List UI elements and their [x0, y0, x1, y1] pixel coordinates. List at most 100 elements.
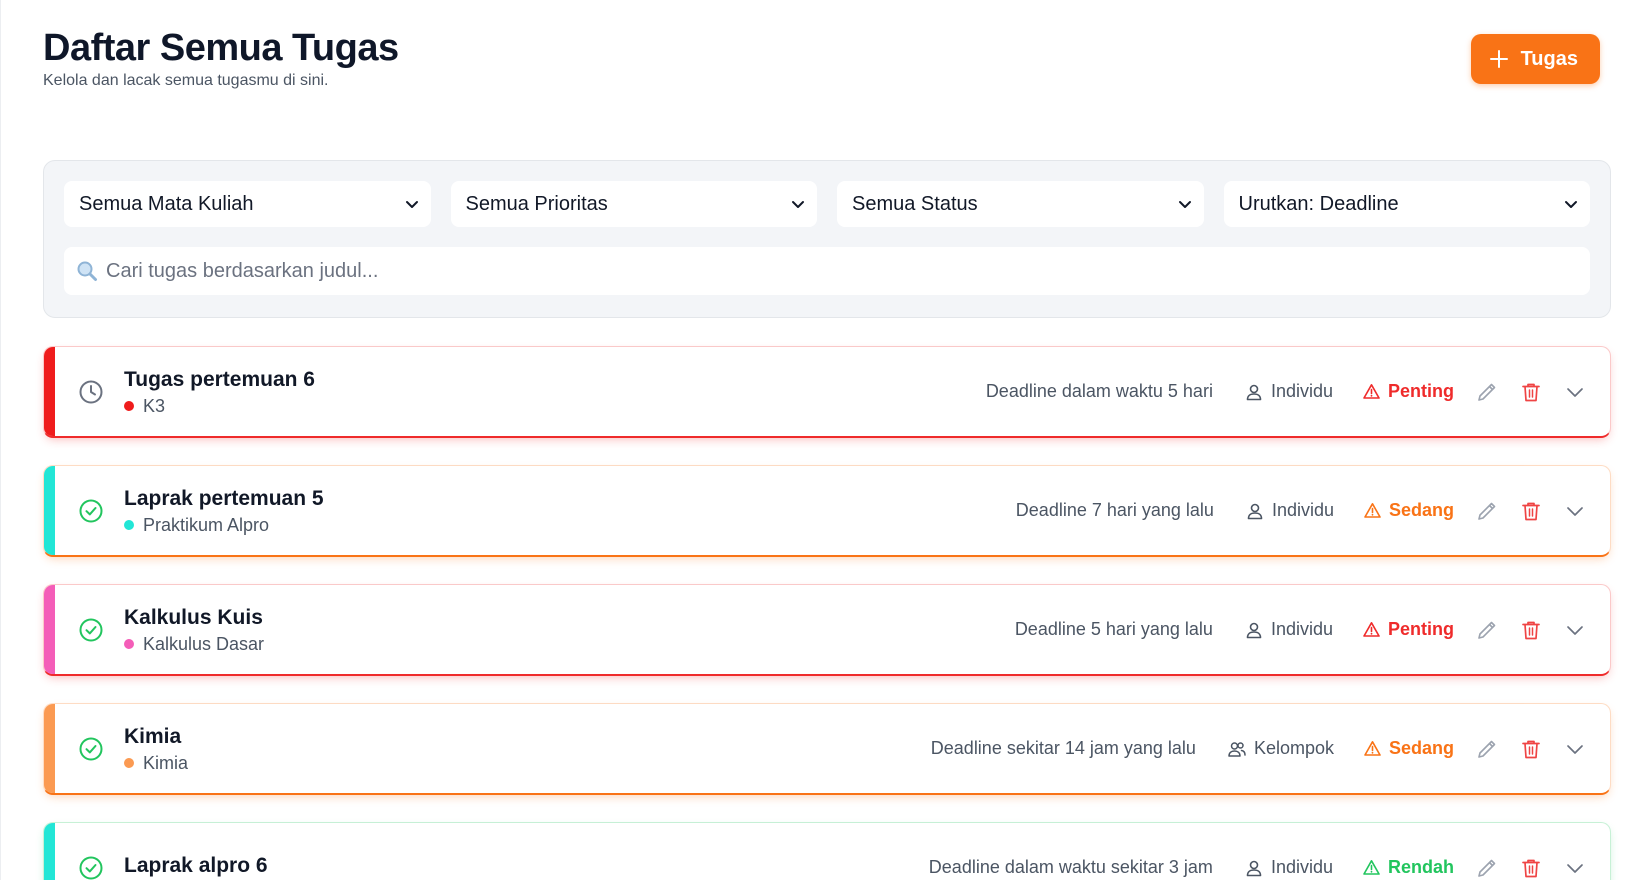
course-name: Kimia [143, 752, 189, 773]
task-list: Tugas pertemuan 6 K3 Deadline dalam waktu … [43, 346, 1611, 880]
task-info: Kalkulus Kuis Kalkulus Dasar [124, 605, 264, 655]
task-course: Praktikum Alpro [124, 515, 324, 536]
check-circle-icon[interactable] [78, 736, 104, 762]
task-card[interactable]: Laprak alpro 6 Deadline dalam waktu sekit… [43, 822, 1611, 880]
priority-badge: Sedang [1364, 500, 1454, 521]
task-actions [1476, 857, 1586, 879]
chevron-down-icon[interactable] [1564, 500, 1586, 522]
trash-icon[interactable] [1520, 857, 1542, 879]
pencil-icon[interactable] [1476, 857, 1498, 879]
task-actions [1476, 500, 1586, 522]
check-circle-icon[interactable] [78, 617, 104, 643]
filter-row: Semua Mata Kuliah Semua Prioritas Semua … [64, 181, 1590, 227]
task-meta: Deadline dalam waktu sekitar 3 jam Indivi… [929, 857, 1610, 879]
task-info: Tugas pertemuan 6 K3 [124, 367, 315, 417]
task-course: Kimia [124, 753, 188, 774]
plus-icon [1489, 50, 1508, 68]
task-deadline: Deadline 5 hari yang lalu [1014, 619, 1213, 639]
task-type-label: Kelompok [1253, 738, 1334, 758]
search-icon [77, 261, 97, 281]
task-card[interactable]: Kimia Kimia Deadline sekitar 14 jam yang l… [43, 703, 1611, 795]
task-card[interactable]: Laprak pertemuan 5 Praktikum Alpro Deadlin… [43, 465, 1611, 557]
priority-badge: Sedang [1364, 738, 1454, 759]
status-filter-select[interactable]: Semua Status [837, 181, 1204, 227]
chevron-down-icon[interactable] [1564, 381, 1586, 403]
course-dot [124, 639, 134, 649]
trash-icon[interactable] [1520, 619, 1542, 641]
chevron-down-icon[interactable] [1564, 738, 1586, 760]
task-deadline: Deadline dalam waktu sekitar 3 jam [928, 857, 1213, 877]
priority-label: Penting [1388, 381, 1454, 401]
chevron-down-icon[interactable] [1564, 857, 1586, 879]
warning-icon [1364, 503, 1381, 518]
course-name: Kalkulus Dasar [143, 633, 265, 654]
pencil-icon[interactable] [1476, 500, 1498, 522]
task-deadline: Deadline sekitar 14 jam yang lalu [930, 738, 1196, 758]
add-task-button[interactable]: Tugas [1470, 34, 1600, 84]
task-meta: Deadline 5 hari yang lalu Individu Penting [1015, 619, 1610, 641]
task-type: Kelompok [1228, 738, 1334, 759]
chevron-down-icon[interactable] [1564, 619, 1586, 641]
users-icon [1228, 741, 1246, 757]
task-meta: Deadline sekitar 14 jam yang lalu Kelompo… [931, 738, 1610, 760]
course-color-stripe [44, 823, 55, 880]
task-title: Tugas pertemuan 6 [124, 367, 315, 391]
task-card[interactable]: Kalkulus Kuis Kalkulus Dasar Deadline 5 ha… [43, 584, 1611, 676]
trash-icon[interactable] [1520, 381, 1542, 403]
priority-filter-select[interactable]: Semua Prioritas [450, 181, 817, 227]
task-meta: Deadline dalam waktu 5 hari Individu Penti… [986, 381, 1610, 403]
course-dot [124, 401, 134, 411]
task-actions [1476, 619, 1586, 641]
pencil-icon[interactable] [1476, 619, 1498, 641]
warning-icon [1364, 741, 1381, 756]
sort-value: Urutkan: Deadline [1238, 192, 1399, 215]
check-circle-icon[interactable] [78, 498, 104, 524]
chevron-down-icon [1565, 201, 1577, 208]
task-info: Laprak pertemuan 5 Praktikum Alpro [124, 486, 324, 536]
priority-badge: Penting [1363, 619, 1454, 640]
warning-icon [1363, 622, 1380, 637]
task-type-label: Individu [1270, 619, 1333, 639]
priority-filter-value: Semua Prioritas [465, 192, 608, 215]
task-type: Individu [1245, 857, 1333, 878]
filter-panel: Semua Mata Kuliah Semua Prioritas Semua … [43, 160, 1611, 318]
task-type: Individu [1245, 619, 1333, 640]
chevron-down-icon [792, 201, 804, 208]
user-icon [1246, 384, 1262, 400]
task-deadline: Deadline dalam waktu 5 hari [985, 381, 1213, 401]
task-course: K3 [124, 396, 315, 417]
task-type-label: Individu [1271, 500, 1334, 520]
priority-label: Rendah [1387, 857, 1454, 877]
priority-badge: Rendah [1363, 857, 1454, 878]
pencil-icon[interactable] [1476, 381, 1498, 403]
course-filter-select[interactable]: Semua Mata Kuliah [64, 181, 431, 227]
task-card[interactable]: Tugas pertemuan 6 K3 Deadline dalam waktu … [43, 346, 1611, 438]
course-color-stripe [44, 704, 55, 793]
task-meta: Deadline 7 hari yang lalu Individu Sedang [1016, 500, 1610, 522]
course-dot [124, 520, 134, 530]
page-title: Daftar Semua Tugas [43, 27, 399, 69]
course-name: K3 [143, 395, 166, 416]
search-box [64, 247, 1590, 295]
user-icon [1246, 622, 1262, 638]
user-icon [1247, 503, 1263, 519]
task-type: Individu [1246, 500, 1334, 521]
course-filter-value: Semua Mata Kuliah [79, 192, 254, 215]
user-icon [1246, 860, 1262, 876]
priority-label: Sedang [1388, 738, 1454, 758]
pencil-icon[interactable] [1476, 738, 1498, 760]
search-input[interactable] [106, 259, 1506, 283]
status-filter-value: Semua Status [852, 192, 978, 215]
trash-icon[interactable] [1520, 738, 1542, 760]
task-title: Laprak pertemuan 5 [124, 486, 324, 510]
sort-select[interactable]: Urutkan: Deadline [1223, 181, 1590, 227]
page: Daftar Semua Tugas Kelola dan lacak semu… [0, 0, 1642, 880]
chevron-down-icon [405, 201, 418, 208]
page-subtitle: Kelola dan lacak semua tugasmu di sini. [43, 72, 329, 89]
task-info: Laprak alpro 6 [124, 853, 268, 880]
task-info: Kimia Kimia [124, 724, 188, 774]
priority-label: Sedang [1388, 500, 1454, 520]
check-circle-icon[interactable] [78, 855, 104, 880]
trash-icon[interactable] [1520, 500, 1542, 522]
clock-icon[interactable] [78, 379, 104, 405]
